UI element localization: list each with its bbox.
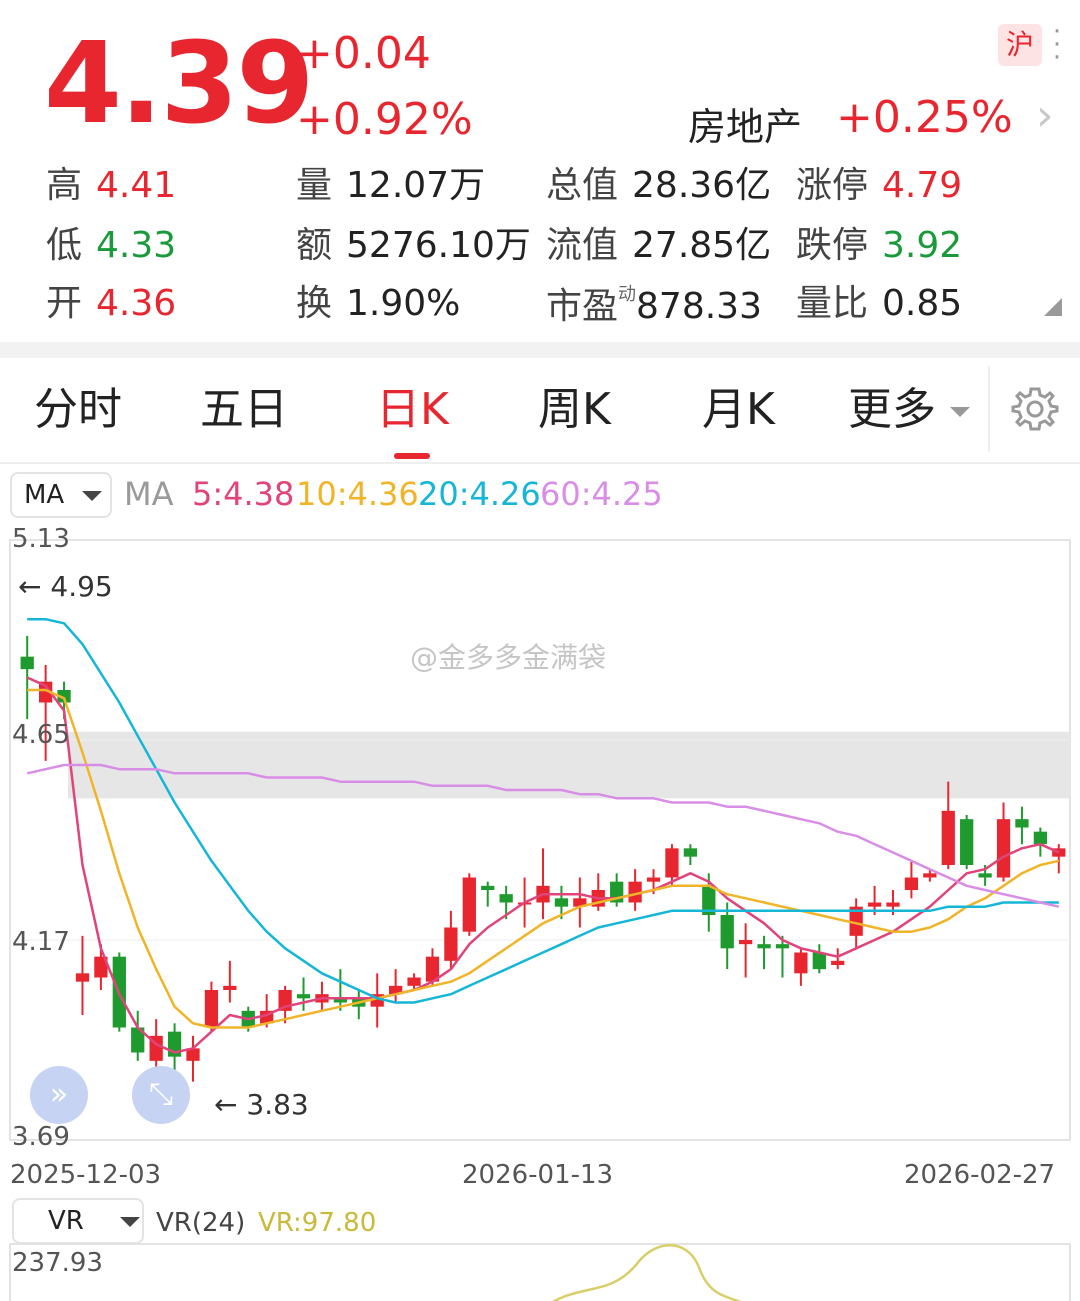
candle-body (296, 994, 311, 999)
tab-monthly-k[interactable]: 月K (702, 384, 775, 437)
y-tick-3: 4.17 (12, 927, 70, 957)
tab-five-day[interactable]: 五日 (200, 384, 288, 437)
candle-body (444, 927, 458, 961)
fast-forward-icon[interactable]: » (30, 1066, 88, 1124)
vr-chart (9, 1243, 1071, 1301)
x-tick-start: 2025-12-03 (10, 1160, 162, 1190)
low-marker: ← 3.83 (214, 1088, 309, 1121)
stat-volume-ratio: 量比 0.85 (796, 283, 963, 324)
candle-body (481, 885, 495, 890)
tab-intraday[interactable]: 分时 (34, 384, 122, 437)
candle-body (886, 902, 900, 907)
y-tick-2: 4.65 (12, 720, 70, 750)
watermark-text: @金多多金满袋 (410, 641, 607, 674)
y-tick-bottom: 3.69 (12, 1122, 70, 1152)
vr-value: VR:97.80 (258, 1208, 377, 1238)
x-tick-mid: 2026-01-13 (462, 1160, 614, 1190)
stat-turnover: 换 1.90% (296, 283, 461, 324)
chevron-down-icon (82, 490, 103, 501)
expand-icon[interactable]: ⤡ (132, 1066, 190, 1124)
candle-body (646, 877, 661, 882)
candle-body (996, 819, 1011, 878)
candle-body (665, 848, 679, 878)
candle-body (462, 877, 476, 932)
tabs-bottom-border (0, 462, 1080, 464)
expand-triangle-icon[interactable] (1044, 298, 1062, 316)
candle-body (960, 819, 974, 865)
ma20-value: 20:4.26 (418, 475, 541, 513)
chevron-right-icon[interactable]: › (1036, 90, 1054, 141)
gear-icon[interactable] (1010, 384, 1060, 438)
ma5-value: 5:4.38 (192, 475, 295, 513)
candle-body (739, 940, 753, 945)
price-change-pct: +0.92% (296, 94, 473, 145)
candle-body (407, 977, 421, 986)
tabs-divider (988, 366, 990, 452)
x-tick-end: 2026-02-27 (904, 1160, 1056, 1190)
ma60-value: 60:4.25 (540, 475, 663, 513)
vr-name: VR(24) (156, 1208, 246, 1238)
y-tick-top: 5.13 (12, 524, 70, 554)
candle-body (812, 952, 826, 970)
indicator-select[interactable]: MA (10, 472, 112, 518)
price-change: +0.04 (296, 28, 431, 79)
candle-body (554, 898, 569, 907)
stat-limit-down: 跌停 3.92 (796, 225, 963, 266)
candle-body (204, 990, 219, 1028)
tab-weekly-k[interactable]: 周K (538, 384, 611, 437)
stat-amount: 额 5276.10万 (296, 225, 531, 266)
high-marker: ← 4.95 (18, 570, 113, 603)
candle-body (757, 944, 771, 949)
candle-body (223, 985, 237, 990)
stat-pe: 市盈动878.33 (546, 284, 762, 327)
chevron-down-icon (950, 407, 970, 417)
tab-more[interactable]: 更多 (848, 384, 970, 437)
candle-body (867, 902, 882, 907)
candle-body (794, 952, 808, 974)
market-badge: 沪 (998, 24, 1042, 66)
candle-body (831, 960, 845, 965)
price-band (68, 731, 1070, 799)
candle-body (1015, 819, 1029, 828)
current-price: 4.39 (44, 19, 314, 149)
candle-body (978, 873, 992, 878)
candlestick-chart[interactable] (0, 520, 1080, 1150)
chevron-down-icon (120, 1216, 141, 1227)
volume-indicator-select[interactable]: VR (12, 1198, 144, 1244)
candle-body (904, 877, 919, 890)
stat-float-cap: 流值 27.85亿 (546, 225, 772, 266)
candle-body (720, 915, 734, 949)
stat-volume: 量 12.07万 (296, 165, 486, 206)
sector-change[interactable]: +0.25% (836, 92, 1013, 143)
more-options-icon[interactable]: · · · (1052, 19, 1062, 71)
candle-body (941, 810, 955, 865)
tab-daily-k[interactable]: 日K (376, 384, 449, 437)
sector-name[interactable]: 房地产 (688, 96, 802, 151)
vr-line (551, 1244, 742, 1301)
stat-high: 高 4.41 (46, 165, 177, 206)
candle-body (499, 894, 513, 903)
ma20-line (27, 617, 1059, 1004)
candle-body (923, 873, 937, 878)
stat-open: 开 4.36 (46, 283, 177, 324)
stat-low: 低 4.33 (46, 225, 177, 266)
candle-body (775, 944, 790, 949)
candle-body (75, 973, 90, 982)
stat-limit-up: 涨停 4.79 (796, 165, 963, 206)
ma10-value: 10:4.36 (296, 475, 419, 513)
section-separator (0, 342, 1080, 358)
ma-name: MA (124, 475, 174, 513)
candle-body (1033, 831, 1047, 845)
candle-body (20, 656, 34, 670)
candle-body (683, 848, 697, 857)
active-tab-indicator (394, 453, 430, 459)
stat-total-cap: 总值 28.36亿 (546, 165, 772, 206)
